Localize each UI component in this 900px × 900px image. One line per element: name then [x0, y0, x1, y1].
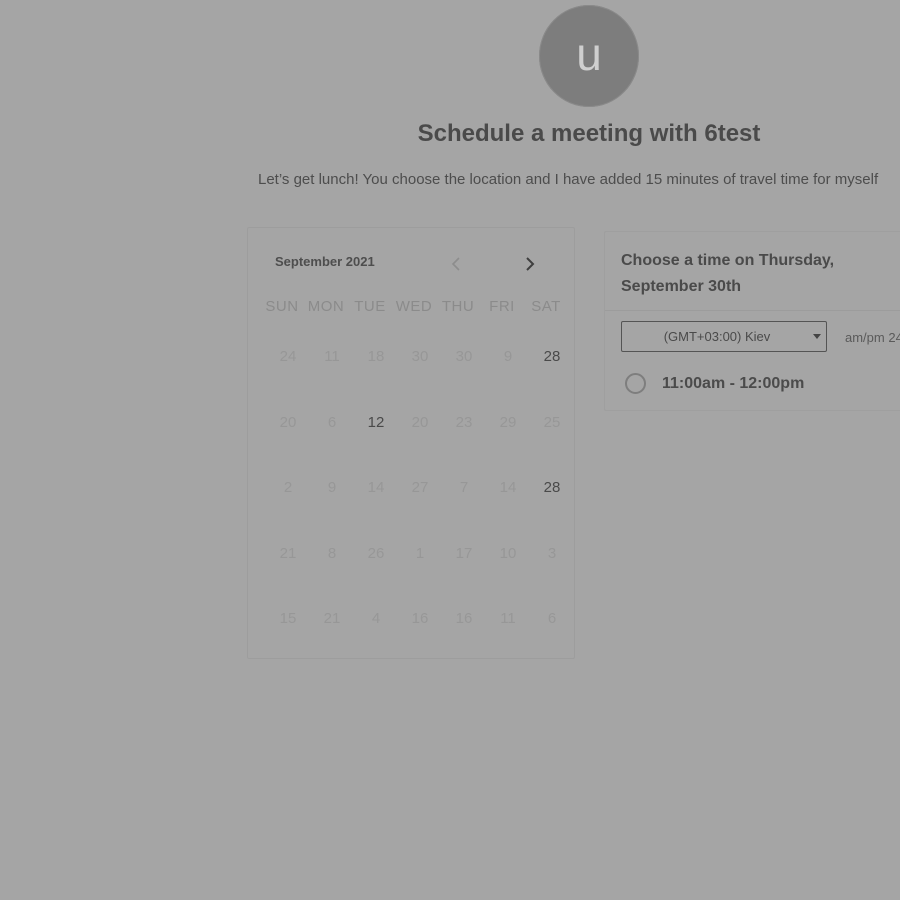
- calendar-day: 4: [371, 610, 381, 628]
- calendar-day: 16: [411, 610, 429, 628]
- calendar-day: 2: [283, 479, 293, 497]
- avatar: u: [539, 5, 639, 107]
- calendar-day: 9: [503, 348, 513, 365]
- calendar-day: 20: [279, 413, 297, 431]
- calendar-day[interactable]: 28: [530, 348, 574, 414]
- weekday-label: THU: [441, 298, 475, 315]
- time-slot-label: 11:00am - 12:00pm: [662, 374, 805, 392]
- calendar-day: 30: [411, 348, 429, 365]
- calendar-day: 30: [455, 348, 473, 365]
- calendar-day: 27: [411, 479, 429, 497]
- calendar-month-label: September 2021: [275, 254, 375, 269]
- avatar-letter: u: [576, 28, 602, 80]
- weekday-label: SAT: [531, 298, 561, 315]
- calendar-day: 14: [499, 479, 517, 497]
- calendar-day: 18: [367, 348, 385, 365]
- timezone-select[interactable]: (GMT+03:00) Kiev: [621, 321, 827, 352]
- time-slot[interactable]: 11:00am - 12:00pm: [625, 373, 804, 394]
- calendar-day: 17: [455, 544, 473, 562]
- calendar-day: 14: [367, 479, 385, 497]
- weekday-label: WED: [395, 298, 433, 315]
- calendar-day: 25: [543, 413, 561, 431]
- calendar-day: 8: [327, 544, 337, 562]
- calendar-day[interactable]: 12: [354, 414, 398, 480]
- weekday-label: SUN: [265, 298, 299, 315]
- weekday-label: TUE: [354, 298, 386, 315]
- calendar-day: 29: [499, 413, 517, 431]
- time-slot-radio[interactable]: [625, 373, 646, 394]
- calendar-day: 26: [367, 544, 385, 562]
- calendar-day: 11: [500, 610, 516, 628]
- calendar-day[interactable]: 28: [530, 479, 574, 545]
- weekday-header: SUN MON TUE WED THU FRI SAT: [260, 298, 568, 315]
- calendar-day: 11: [324, 348, 340, 365]
- calendar-day: 7: [459, 479, 469, 497]
- calendar-day: 9: [327, 479, 337, 497]
- timezone-value: (GMT+03:00) Kiev: [663, 329, 771, 344]
- calendar-day: 24: [279, 348, 297, 365]
- time-format-toggle[interactable]: am/pm 24h: [845, 330, 900, 345]
- calendar-day: 6: [327, 413, 337, 431]
- time-picker-panel: Choose a time on Thursday, September 30t…: [604, 231, 900, 411]
- chevron-left-icon[interactable]: [448, 255, 466, 273]
- time-picker-heading: Choose a time on Thursday, September 30t…: [621, 252, 835, 295]
- calendar-day: 21: [323, 610, 341, 628]
- calendar-day: 3: [547, 544, 557, 562]
- weekday-label: FRI: [489, 298, 515, 315]
- calendar: September 2021 SUN MON TUE WED THU FRI SAT 24 1…: [247, 227, 575, 659]
- page-title: Schedule a meeting with 6test: [417, 120, 761, 147]
- chevron-right-icon[interactable]: [521, 255, 539, 273]
- calendar-day: 15: [279, 610, 297, 628]
- calendar-day: 23: [455, 413, 473, 431]
- weekday-label: MON: [307, 298, 345, 315]
- time-picker-header: Choose a time on Thursday, September 30t…: [605, 232, 900, 311]
- scheduling-page: u Schedule a meeting with 6test Let’s ge…: [0, 0, 900, 900]
- caret-down-icon: [808, 334, 826, 339]
- calendar-day: 20: [411, 413, 429, 431]
- calendar-day: 10: [499, 544, 517, 562]
- calendar-day: 16: [455, 610, 473, 628]
- calendar-day: 21: [279, 544, 297, 562]
- calendar-grid: 24 11 18 30 30 9 28 20 6 12 20 23 29 25 2 9 14 27 7 14 28 21 8…: [266, 348, 574, 676]
- meeting-description: Let’s get lunch! You choose the location…: [258, 171, 879, 188]
- calendar-day: 1: [415, 544, 425, 562]
- calendar-day: 6: [547, 610, 557, 628]
